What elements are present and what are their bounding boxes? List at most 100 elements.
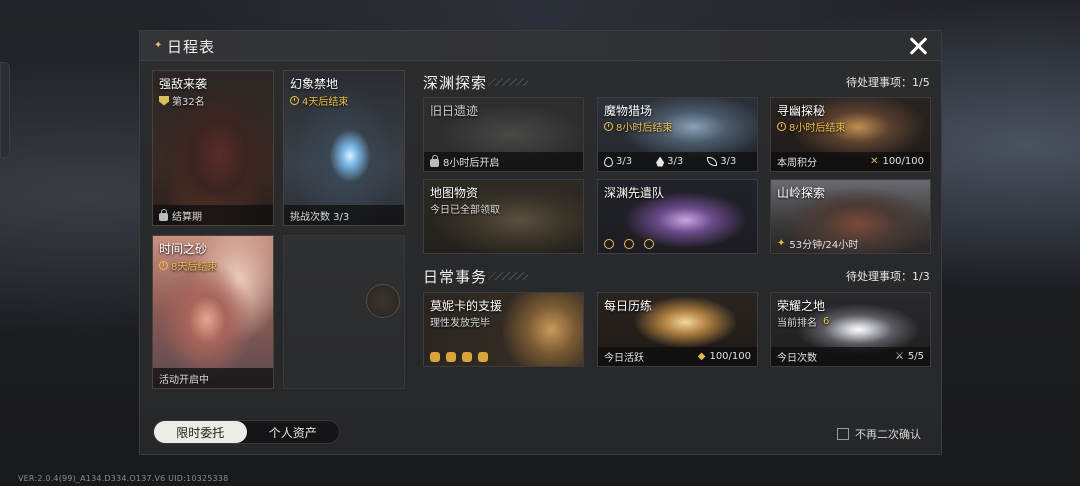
card-footer — [424, 347, 583, 366]
card-footer: 挑战次数 3/3 — [284, 205, 404, 225]
section-decoration — [488, 78, 528, 86]
reward-icon — [644, 238, 654, 249]
clock-icon — [290, 96, 299, 105]
card-title: 深渊先遣队 — [604, 186, 665, 200]
item-icon — [478, 351, 488, 362]
rank-label: 当前排名 — [777, 318, 817, 329]
card-title: 荣耀之地 — [777, 299, 826, 313]
abyss-card-monster-hunt[interactable]: 魔物猎场 8小时后结束 3/3 3/3 3/3 — [597, 97, 758, 172]
footer-text: 8小时后开启 — [443, 158, 500, 169]
wind-icon — [707, 157, 718, 166]
time-value: 8天后结束 — [171, 262, 218, 273]
rank-value: 第32名 — [172, 97, 205, 108]
card-title: 强敌来袭 — [159, 77, 208, 91]
rank-value: 6 — [823, 316, 830, 327]
clock-icon — [777, 122, 786, 131]
panel-header: ✦ 日程表 — [140, 31, 941, 61]
card-footer: 今日活跃 ◆ 100/100 — [598, 347, 757, 366]
card-title: 旧日遗迹 — [430, 104, 479, 118]
time-left: 8天后结束 — [159, 258, 217, 273]
card-title: 寻幽探秘 — [777, 104, 826, 118]
reward-icon — [624, 238, 634, 249]
footer-text: 今日次数 — [777, 353, 817, 364]
card-footer: 今日次数 ⚔ 5/5 — [771, 347, 930, 366]
limited-card-strong-enemy[interactable]: 强敌来袭 第32名 结算期 — [152, 70, 274, 226]
constellation-icon — [366, 284, 400, 318]
fire-icon — [656, 156, 665, 167]
time-value: 8小时后结束 — [789, 123, 846, 134]
card-footer: 活动开启中 — [153, 368, 273, 388]
abyss-pending-count: 待处理事项：1/5 — [846, 76, 930, 89]
limited-card-sands-of-time[interactable]: 时间之砂 8天后结束 活动开启中 — [152, 235, 274, 389]
water-stat: 3/3 — [604, 156, 632, 167]
time-left: 8小时后结束 — [777, 119, 845, 134]
abyss-section-title: 深渊探索 — [423, 74, 488, 92]
tab-limited-commissions[interactable]: 限时委托 — [154, 421, 247, 443]
abyss-card-seek-secrets[interactable]: 寻幽探秘 8小时后结束 本周积分 ✕ 100/100 — [770, 97, 931, 172]
clock-icon — [604, 122, 613, 131]
checkbox[interactable] — [837, 428, 849, 440]
daily-section-title: 日常事务 — [423, 268, 488, 286]
version-text: VER:2.0.4(99)_A134.D334.O137.V6 UID:1032… — [18, 474, 229, 483]
daily-card-monica-support[interactable]: 莫妮卡的支援 理性发放完毕 — [423, 292, 584, 367]
card-footer — [598, 234, 757, 253]
panel-title: 日程表 — [167, 38, 216, 56]
limited-card-illusion[interactable]: 幻象禁地 4天后结束 挑战次数 3/3 — [283, 70, 405, 226]
item-icon — [446, 351, 456, 362]
time-left: 8小时后结束 — [604, 119, 672, 134]
card-footer: 结算期 — [153, 205, 273, 225]
card-title: 魔物猎场 — [604, 104, 653, 118]
card-title: 地图物资 — [430, 186, 479, 200]
card-title: 山岭探索 — [777, 186, 826, 200]
close-icon[interactable] — [907, 34, 931, 58]
footer-text: 本周积分 — [777, 158, 817, 169]
card-footer: 8小时后开启 — [424, 152, 583, 171]
empty-slot — [283, 235, 405, 389]
tab-personal-assets[interactable]: 个人资产 — [247, 421, 340, 443]
trophy-icon — [159, 95, 169, 106]
daily-pending-count: 待处理事项：1/3 — [846, 270, 930, 283]
rank-label: 第32名 — [159, 93, 205, 108]
wind-stat: 3/3 — [707, 156, 736, 167]
daily-card-training[interactable]: 每日历练 今日活跃 ◆ 100/100 — [597, 292, 758, 367]
card-subtitle: 理性发放完毕 — [430, 318, 490, 329]
item-icon — [462, 351, 472, 362]
abyss-card-mountain[interactable]: 山岭探索 ✦ 53分钟/24小时 — [770, 179, 931, 254]
no-double-confirm-option[interactable]: 不再二次确认 — [837, 426, 921, 442]
card-footer: ✦ 53分钟/24小时 — [771, 234, 930, 253]
activity-icon: ◆ — [697, 351, 706, 362]
footer-text: 今日活跃 — [604, 353, 644, 364]
time-left: 4天后结束 — [290, 93, 348, 108]
activity-text: 100/100 — [709, 351, 751, 362]
abyss-card-old-ruins[interactable]: 旧日遗迹 8小时后开启 — [423, 97, 584, 172]
sparkle-icon: ✦ — [154, 40, 163, 51]
card-title: 莫妮卡的支援 — [430, 299, 503, 313]
checkbox-label: 不再二次确认 — [855, 428, 921, 441]
sparkle-icon: ✦ — [777, 238, 786, 249]
fire-stat: 3/3 — [656, 156, 683, 167]
card-title: 时间之砂 — [159, 242, 208, 256]
attempts-text: 5/5 — [907, 351, 924, 362]
card-footer: 3/3 3/3 3/3 — [598, 152, 757, 171]
abyss-card-map-supplies[interactable]: 地图物资 今日已全部领取 — [423, 179, 584, 254]
activity-value: ◆ 100/100 — [698, 351, 751, 362]
fire-count: 3/3 — [667, 156, 684, 167]
clock-icon — [159, 261, 168, 270]
reward-icon — [604, 238, 614, 249]
score-text: 100/100 — [882, 156, 924, 167]
wind-count: 3/3 — [720, 156, 737, 167]
card-subtitle: 今日已全部领取 — [430, 205, 500, 216]
water-icon — [604, 156, 613, 167]
cross-swords-icon: ✕ — [870, 156, 879, 167]
abyss-card-vanguard[interactable]: 深渊先遣队 — [597, 179, 758, 254]
score-value: ✕ 100/100 — [870, 156, 924, 167]
side-handle — [0, 62, 10, 158]
lock-icon — [159, 208, 168, 221]
category-tabs: 限时委托 个人资产 — [153, 420, 340, 444]
daily-card-glory-land[interactable]: 荣耀之地 当前排名 6 今日次数 ⚔ 5/5 — [770, 292, 931, 367]
section-decoration — [488, 272, 528, 280]
water-count: 3/3 — [616, 156, 633, 167]
rank-line: 当前排名 6 — [777, 314, 829, 329]
time-value: 8小时后结束 — [616, 123, 673, 134]
attempts-value: ⚔ 5/5 — [895, 351, 924, 362]
